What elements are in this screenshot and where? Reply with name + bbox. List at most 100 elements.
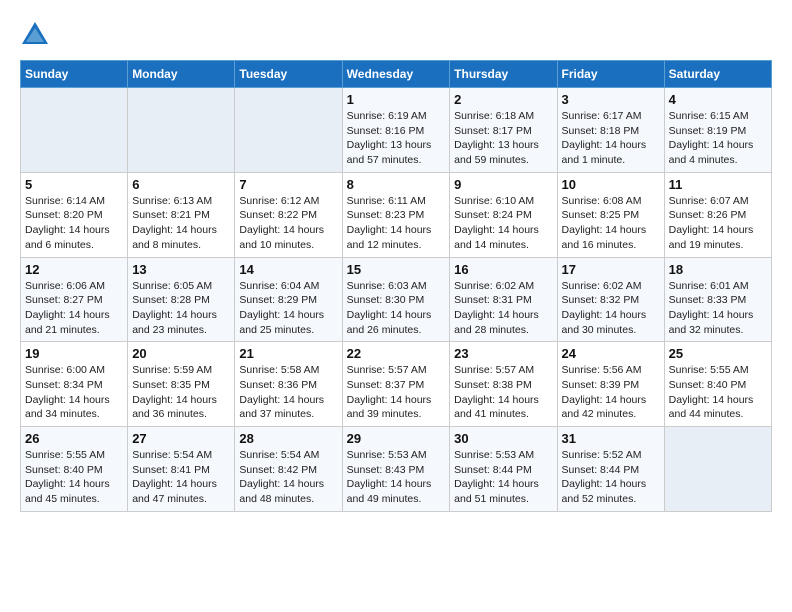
calendar-cell: 21 Sunrise: 5:58 AMSunset: 8:36 PMDayligh… xyxy=(235,342,342,427)
day-info: Sunrise: 6:05 AMSunset: 8:28 PMDaylight:… xyxy=(132,279,230,338)
calendar-table: SundayMondayTuesdayWednesdayThursdayFrid… xyxy=(20,60,772,512)
day-number: 24 xyxy=(562,346,660,361)
calendar-cell: 20Sunrise: 5:59 AMSunset: 8:35 PMDayligh… xyxy=(128,342,235,427)
day-number: 11 xyxy=(669,177,767,192)
day-number: 5 xyxy=(25,177,123,192)
calendar-cell: 5 Sunrise: 6:14 AMSunset: 8:20 PMDaylight… xyxy=(21,172,128,257)
day-number: 14 xyxy=(239,262,337,277)
calendar-cell: 26 Sunrise: 5:55 AMSunset: 8:40 PMDayligh… xyxy=(21,427,128,512)
day-number: 6 xyxy=(132,177,230,192)
day-number: 16 xyxy=(454,262,552,277)
day-info: Sunrise: 6:00 AMSunset: 8:34 PMDaylight:… xyxy=(25,363,123,422)
day-number: 4 xyxy=(669,92,767,107)
header-saturday: Saturday xyxy=(664,61,771,88)
day-info: Sunrise: 5:52 AMSunset: 8:44 PMDaylight:… xyxy=(562,448,660,507)
day-number: 1 xyxy=(347,92,446,107)
calendar-cell xyxy=(235,88,342,173)
calendar-week-3: 12 Sunrise: 6:06 AMSunset: 8:27 PMDayligh… xyxy=(21,257,772,342)
day-number: 26 xyxy=(25,431,123,446)
calendar-cell: 17 Sunrise: 6:02 AMSunset: 8:32 PMDayligh… xyxy=(557,257,664,342)
day-number: 23 xyxy=(454,346,552,361)
header-tuesday: Tuesday xyxy=(235,61,342,88)
calendar-cell: 1 Sunrise: 6:19 AMSunset: 8:16 PMDaylight… xyxy=(342,88,450,173)
day-number: 10 xyxy=(562,177,660,192)
day-info: Sunrise: 6:19 AMSunset: 8:16 PMDaylight:… xyxy=(347,109,446,168)
day-info: Sunrise: 5:54 AMSunset: 8:42 PMDaylight:… xyxy=(239,448,337,507)
day-number: 3 xyxy=(562,92,660,107)
day-info: Sunrise: 6:04 AMSunset: 8:29 PMDaylight:… xyxy=(239,279,337,338)
calendar-cell: 10 Sunrise: 6:08 AMSunset: 8:25 PMDayligh… xyxy=(557,172,664,257)
calendar-cell xyxy=(664,427,771,512)
day-info: Sunrise: 5:55 AMSunset: 8:40 PMDaylight:… xyxy=(669,363,767,422)
header-thursday: Thursday xyxy=(450,61,557,88)
calendar-cell: 24 Sunrise: 5:56 AMSunset: 8:39 PMDayligh… xyxy=(557,342,664,427)
day-info: Sunrise: 6:08 AMSunset: 8:25 PMDaylight:… xyxy=(562,194,660,253)
calendar-cell: 6 Sunrise: 6:13 AMSunset: 8:21 PMDaylight… xyxy=(128,172,235,257)
calendar-cell: 4 Sunrise: 6:15 AMSunset: 8:19 PMDaylight… xyxy=(664,88,771,173)
calendar-cell: 3Sunrise: 6:17 AMSunset: 8:18 PMDaylight… xyxy=(557,88,664,173)
day-info: Sunrise: 5:56 AMSunset: 8:39 PMDaylight:… xyxy=(562,363,660,422)
calendar-cell: 13 Sunrise: 6:05 AMSunset: 8:28 PMDayligh… xyxy=(128,257,235,342)
day-info: Sunrise: 6:03 AMSunset: 8:30 PMDaylight:… xyxy=(347,279,446,338)
header-friday: Friday xyxy=(557,61,664,88)
day-info: Sunrise: 5:53 AMSunset: 8:43 PMDaylight:… xyxy=(347,448,446,507)
day-number: 22 xyxy=(347,346,446,361)
calendar-cell: 30Sunrise: 5:53 AMSunset: 8:44 PMDayligh… xyxy=(450,427,557,512)
calendar-cell xyxy=(21,88,128,173)
day-number: 7 xyxy=(239,177,337,192)
day-info: Sunrise: 6:02 AMSunset: 8:32 PMDaylight:… xyxy=(562,279,660,338)
day-info: Sunrise: 5:57 AMSunset: 8:37 PMDaylight:… xyxy=(347,363,446,422)
calendar-cell: 28 Sunrise: 5:54 AMSunset: 8:42 PMDayligh… xyxy=(235,427,342,512)
logo xyxy=(20,20,55,50)
day-number: 27 xyxy=(132,431,230,446)
calendar-cell: 22 Sunrise: 5:57 AMSunset: 8:37 PMDayligh… xyxy=(342,342,450,427)
calendar-cell: 14 Sunrise: 6:04 AMSunset: 8:29 PMDayligh… xyxy=(235,257,342,342)
day-number: 12 xyxy=(25,262,123,277)
calendar-cell: 15 Sunrise: 6:03 AMSunset: 8:30 PMDayligh… xyxy=(342,257,450,342)
day-info: Sunrise: 6:02 AMSunset: 8:31 PMDaylight:… xyxy=(454,279,552,338)
day-info: Sunrise: 6:11 AMSunset: 8:23 PMDaylight:… xyxy=(347,194,446,253)
logo-icon xyxy=(20,20,50,50)
day-info: Sunrise: 6:12 AMSunset: 8:22 PMDaylight:… xyxy=(239,194,337,253)
calendar-week-5: 26 Sunrise: 5:55 AMSunset: 8:40 PMDayligh… xyxy=(21,427,772,512)
day-number: 9 xyxy=(454,177,552,192)
day-number: 31 xyxy=(562,431,660,446)
day-number: 15 xyxy=(347,262,446,277)
day-info: Sunrise: 6:01 AMSunset: 8:33 PMDaylight:… xyxy=(669,279,767,338)
day-info: Sunrise: 6:06 AMSunset: 8:27 PMDaylight:… xyxy=(25,279,123,338)
day-number: 18 xyxy=(669,262,767,277)
calendar-cell: 11 Sunrise: 6:07 AMSunset: 8:26 PMDayligh… xyxy=(664,172,771,257)
day-info: Sunrise: 6:10 AMSunset: 8:24 PMDaylight:… xyxy=(454,194,552,253)
day-number: 13 xyxy=(132,262,230,277)
day-number: 17 xyxy=(562,262,660,277)
day-number: 28 xyxy=(239,431,337,446)
day-info: Sunrise: 6:07 AMSunset: 8:26 PMDaylight:… xyxy=(669,194,767,253)
day-info: Sunrise: 5:54 AMSunset: 8:41 PMDaylight:… xyxy=(132,448,230,507)
day-info: Sunrise: 5:57 AMSunset: 8:38 PMDaylight:… xyxy=(454,363,552,422)
calendar-cell: 16 Sunrise: 6:02 AMSunset: 8:31 PMDayligh… xyxy=(450,257,557,342)
page-header xyxy=(20,20,772,50)
day-info: Sunrise: 6:15 AMSunset: 8:19 PMDaylight:… xyxy=(669,109,767,168)
calendar-week-4: 19Sunrise: 6:00 AMSunset: 8:34 PMDayligh… xyxy=(21,342,772,427)
calendar-cell: 27 Sunrise: 5:54 AMSunset: 8:41 PMDayligh… xyxy=(128,427,235,512)
day-info: Sunrise: 5:53 AMSunset: 8:44 PMDaylight:… xyxy=(454,448,552,507)
day-number: 21 xyxy=(239,346,337,361)
calendar-cell: 9 Sunrise: 6:10 AMSunset: 8:24 PMDaylight… xyxy=(450,172,557,257)
day-number: 8 xyxy=(347,177,446,192)
day-info: Sunrise: 6:18 AMSunset: 8:17 PMDaylight:… xyxy=(454,109,552,168)
day-info: Sunrise: 6:14 AMSunset: 8:20 PMDaylight:… xyxy=(25,194,123,253)
day-info: Sunrise: 5:58 AMSunset: 8:36 PMDaylight:… xyxy=(239,363,337,422)
calendar-cell: 25 Sunrise: 5:55 AMSunset: 8:40 PMDayligh… xyxy=(664,342,771,427)
calendar-week-2: 5 Sunrise: 6:14 AMSunset: 8:20 PMDaylight… xyxy=(21,172,772,257)
calendar-cell: 8 Sunrise: 6:11 AMSunset: 8:23 PMDaylight… xyxy=(342,172,450,257)
day-number: 25 xyxy=(669,346,767,361)
day-info: Sunrise: 5:55 AMSunset: 8:40 PMDaylight:… xyxy=(25,448,123,507)
calendar-cell: 19Sunrise: 6:00 AMSunset: 8:34 PMDayligh… xyxy=(21,342,128,427)
calendar-cell: 29 Sunrise: 5:53 AMSunset: 8:43 PMDayligh… xyxy=(342,427,450,512)
calendar-cell xyxy=(128,88,235,173)
calendar-cell: 7 Sunrise: 6:12 AMSunset: 8:22 PMDaylight… xyxy=(235,172,342,257)
header-wednesday: Wednesday xyxy=(342,61,450,88)
day-number: 29 xyxy=(347,431,446,446)
day-info: Sunrise: 6:13 AMSunset: 8:21 PMDaylight:… xyxy=(132,194,230,253)
day-number: 2 xyxy=(454,92,552,107)
